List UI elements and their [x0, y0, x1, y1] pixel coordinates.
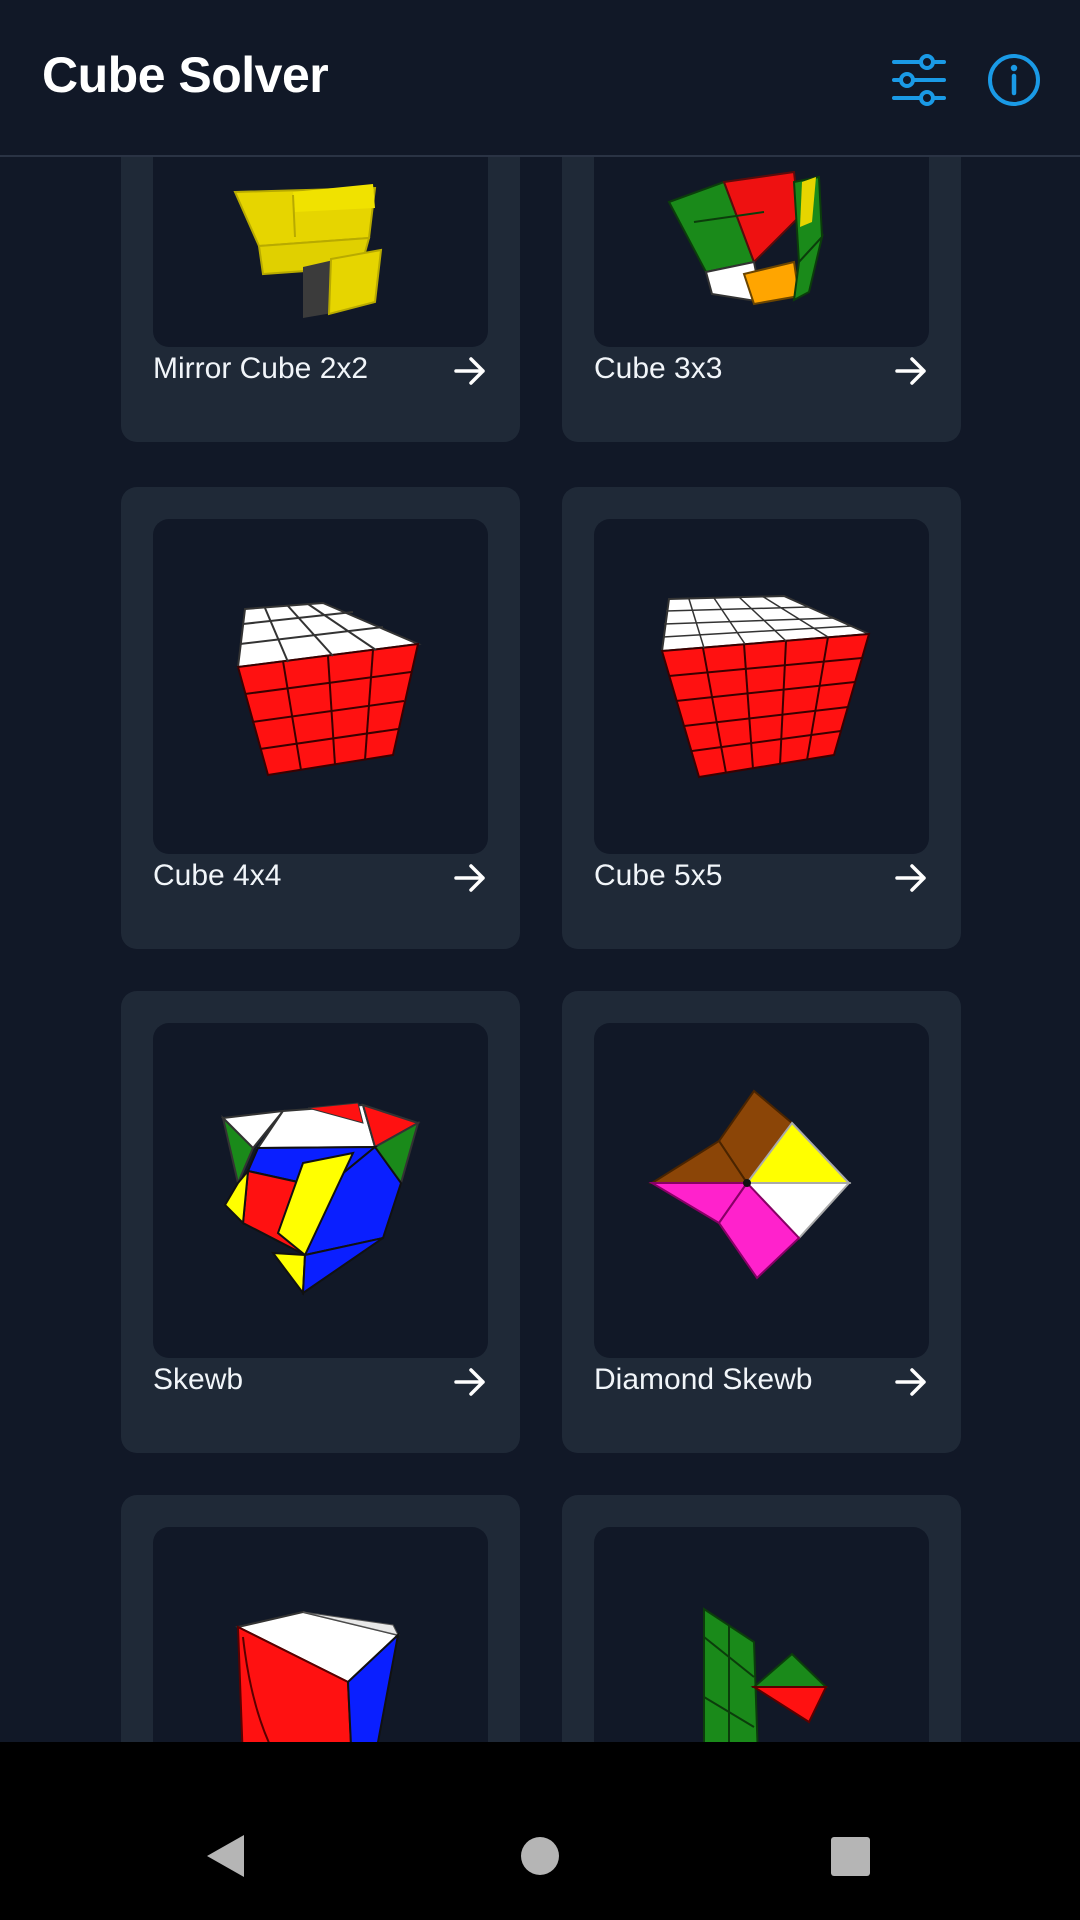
app-title: Cube Solver — [42, 47, 329, 103]
app-bar: Cube Solver — [0, 0, 1080, 157]
info-icon — [988, 54, 1040, 106]
arrow-right-icon[interactable] — [452, 860, 488, 896]
arrow-right-icon[interactable] — [893, 353, 929, 389]
puzzle-label: Mirror Cube 2x2 — [153, 352, 369, 385]
skewb-image — [220, 1102, 421, 1296]
cube-4x4-image — [236, 601, 422, 777]
home-icon — [521, 1837, 559, 1875]
back-button[interactable] — [165, 1742, 285, 1920]
info-button[interactable] — [986, 52, 1042, 108]
puzzle-label: Cube 3x3 — [594, 352, 723, 385]
cube-5x5-image — [660, 594, 871, 779]
puzzle-thumbnail — [153, 519, 488, 854]
arrow-right-icon[interactable] — [893, 1364, 929, 1400]
pyraminx-image — [703, 1607, 829, 1742]
puzzle-card[interactable]: Cube 4x4 — [121, 487, 520, 949]
puzzle-card[interactable] — [562, 1495, 961, 1742]
arrow-right-icon[interactable] — [452, 1364, 488, 1400]
diamond-skewb-image — [648, 1089, 852, 1280]
system-navigation-bar — [0, 1742, 1080, 1920]
puzzle-card[interactable]: Diamond Skewb — [562, 991, 961, 1453]
back-icon — [207, 1835, 244, 1877]
puzzle-card[interactable]: Cube 5x5 — [562, 487, 961, 949]
app-root: Cube Solver Mirror Cube 2x2 Cube 3x3 Cub… — [0, 0, 1080, 1920]
puzzle-thumbnail — [594, 1023, 929, 1358]
recents-button[interactable] — [790, 1742, 910, 1920]
puzzle-thumbnail — [594, 157, 929, 347]
puzzle-card[interactable] — [121, 1495, 520, 1742]
filter-button[interactable] — [891, 52, 947, 108]
puzzle-thumbnail — [153, 1527, 488, 1742]
puzzle-label: Cube 4x4 — [153, 859, 282, 892]
puzzle-card[interactable]: Cube 3x3 — [562, 157, 961, 442]
ivy-cube-image — [235, 1610, 401, 1742]
recents-icon — [831, 1837, 870, 1876]
arrow-right-icon[interactable] — [893, 860, 929, 896]
puzzle-card[interactable]: Mirror Cube 2x2 — [121, 157, 520, 442]
puzzle-grid[interactable]: Mirror Cube 2x2 Cube 3x3 Cube 4x4 Cube 5… — [0, 157, 1080, 1742]
cube-3x3-image — [667, 170, 824, 306]
puzzle-card[interactable]: Skewb — [121, 991, 520, 1453]
home-button[interactable] — [480, 1742, 600, 1920]
puzzle-label: Diamond Skewb — [594, 1363, 813, 1396]
sliders-icon — [892, 54, 946, 106]
puzzle-thumbnail — [153, 1023, 488, 1358]
puzzle-label: Skewb — [153, 1363, 244, 1396]
puzzle-thumbnail — [594, 1527, 929, 1742]
puzzle-thumbnail — [153, 157, 488, 347]
mirror-cube-2x2-image — [233, 184, 383, 318]
puzzle-thumbnail — [594, 519, 929, 854]
arrow-right-icon[interactable] — [452, 353, 488, 389]
puzzle-label: Cube 5x5 — [594, 859, 723, 892]
